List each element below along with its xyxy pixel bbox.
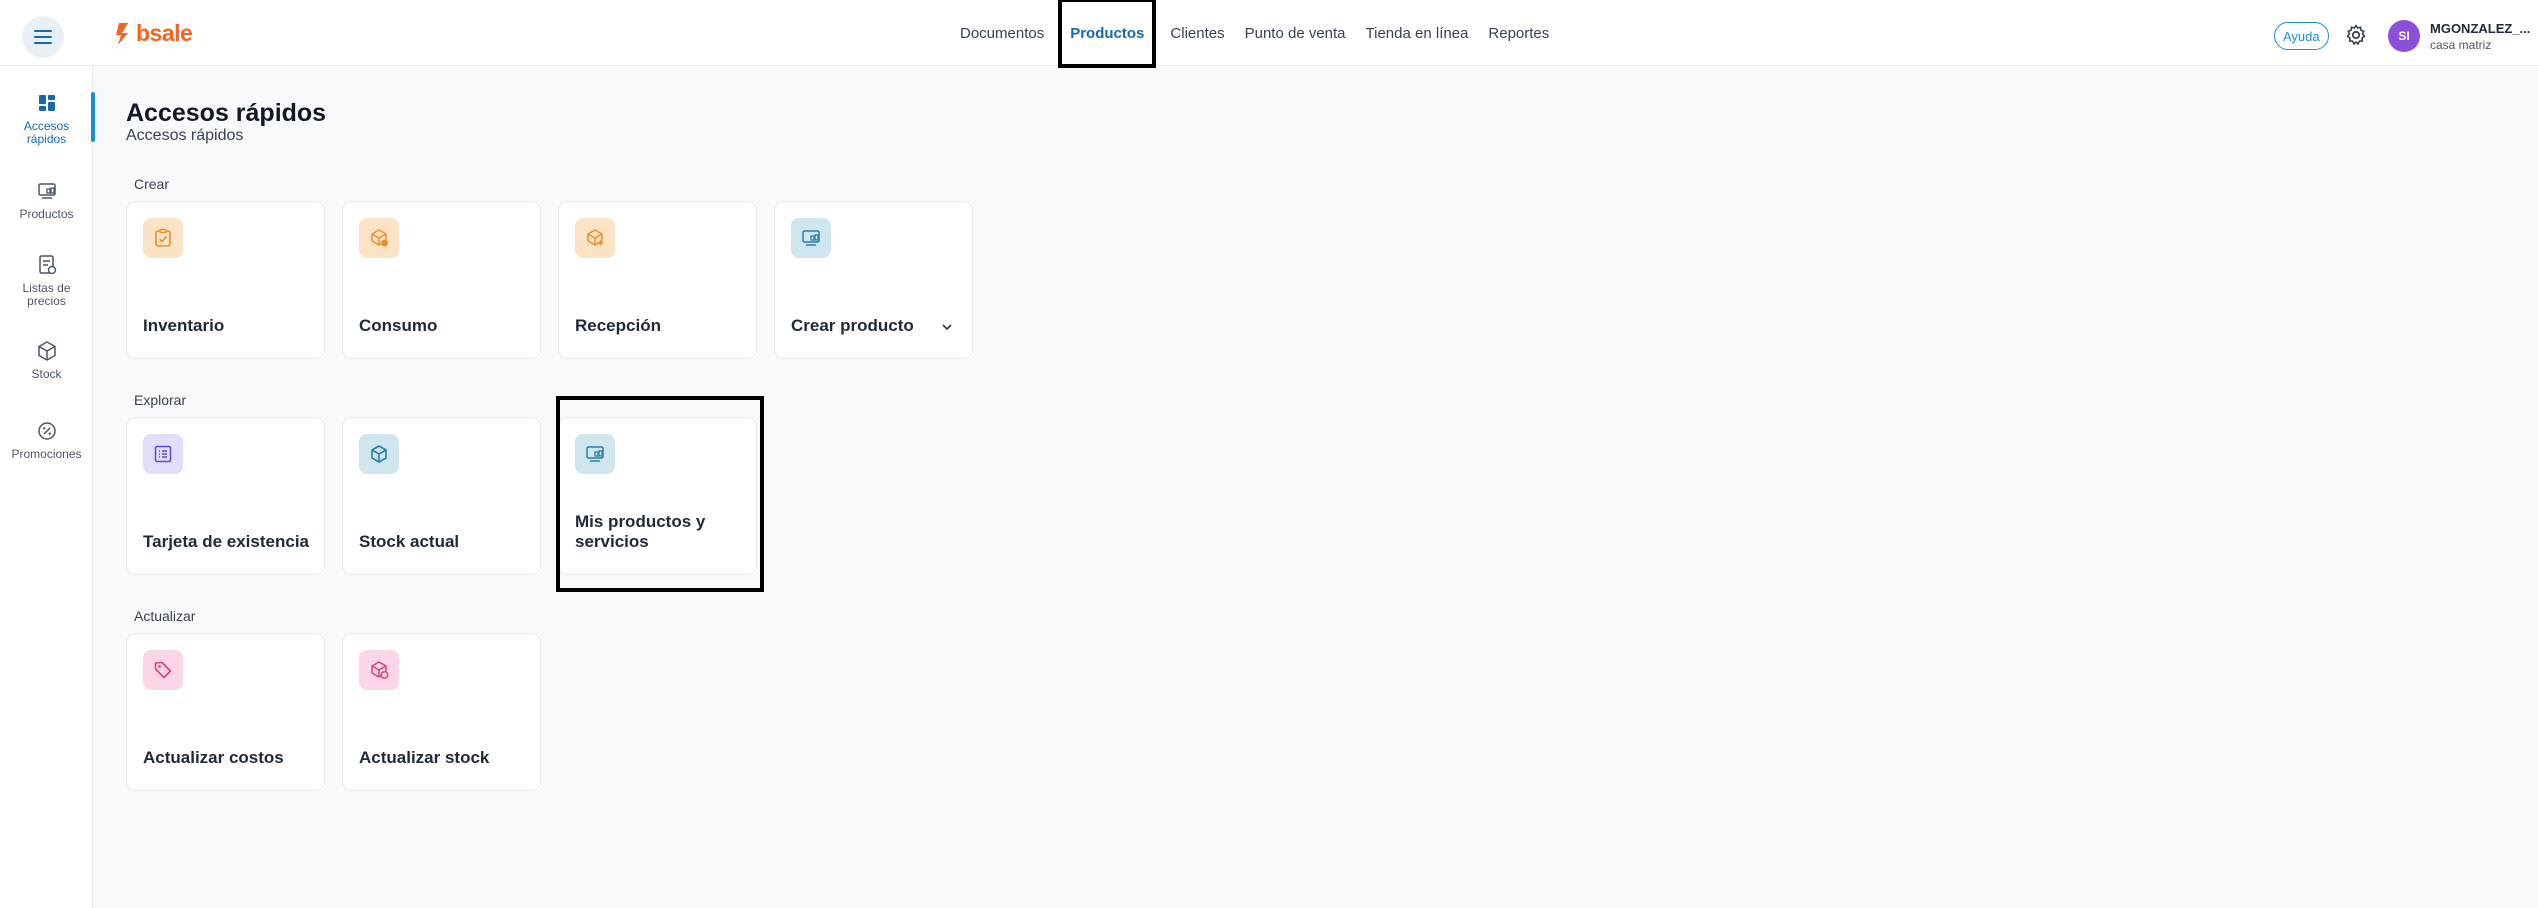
sidebar-item-productos[interactable]: Productos	[0, 180, 93, 221]
sidebar-item-stock[interactable]: Stock	[0, 340, 93, 381]
dashboard-icon	[38, 95, 55, 111]
box-alert-icon-wrap	[359, 218, 399, 258]
user-menu[interactable]: MGONZALEZ_... casa matriz	[2430, 21, 2530, 52]
nav-documentos[interactable]: Documentos	[950, 0, 1054, 66]
logo-text: bsale	[136, 20, 193, 46]
products-icon	[802, 230, 820, 246]
chevron-down-icon[interactable]	[940, 320, 954, 334]
user-name: MGONZALEZ_...	[2430, 21, 2531, 36]
card-title: Inventario	[143, 316, 225, 335]
sidebar-item-label: Productos	[19, 207, 74, 221]
price-list-icon	[38, 255, 56, 275]
list-card-icon-wrap	[143, 434, 183, 474]
sidebar-item-label: Promociones	[11, 447, 82, 461]
card-title: Consumo	[359, 316, 438, 335]
card-title: Actualizar stock	[359, 748, 490, 767]
main-content: Accesos rápidos Accesos rápidos Crear In…	[94, 67, 2538, 908]
card-title: Stock actual	[359, 532, 460, 551]
box-icon	[37, 341, 56, 361]
card-title: Recepción	[575, 316, 661, 335]
gear-icon[interactable]	[2344, 23, 2368, 47]
card-title: Actualizar costos	[143, 748, 284, 767]
card-actualizar-stock[interactable]: Actualizar stock	[342, 633, 541, 791]
box-add-icon	[587, 229, 603, 246]
products-icon-wrap	[791, 218, 831, 258]
promotion-icon	[37, 422, 56, 440]
products-icon	[37, 183, 56, 199]
sidebar-item-label: Stock	[31, 367, 62, 381]
clipboard-check-icon	[155, 228, 171, 247]
highlight-box	[556, 396, 764, 592]
tag-icon-wrap	[143, 650, 183, 690]
card-consumo[interactable]: Consumo	[342, 201, 541, 359]
sidebar: Accesos rápidos Productos Listas de prec…	[0, 66, 95, 908]
card-title: Crear producto	[791, 316, 914, 335]
card-tarjeta-de-existencia[interactable]: Tarjeta de existencia	[126, 417, 325, 575]
sidebar-item-label: Accesos rápidos	[23, 119, 70, 146]
section-label-explorar: Explorar	[134, 392, 187, 408]
card-stock-actual[interactable]: Stock actual	[342, 417, 541, 575]
section-label-actualizar: Actualizar	[134, 608, 196, 624]
nav-reportes[interactable]: Reportes	[1478, 0, 1559, 66]
breadcrumb: Accesos rápidos	[126, 127, 244, 144]
box-icon-wrap	[359, 434, 399, 474]
nav-clientes[interactable]: Clientes	[1160, 0, 1234, 66]
menu-icon	[34, 30, 52, 44]
top-bar: bsale Documentos Productos Clientes Punt…	[0, 0, 2538, 68]
bsale-logo[interactable]: bsale	[114, 20, 193, 47]
sidebar-item-promociones[interactable]: Promociones	[0, 420, 93, 461]
box-refresh-icon	[371, 661, 389, 679]
sidebar-item-listas-de-precios[interactable]: Listas de precios	[0, 254, 93, 308]
card-title: Tarjeta de existencia	[143, 532, 309, 551]
card-actualizar-costos[interactable]: Actualizar costos	[126, 633, 325, 791]
nav-punto-de-venta[interactable]: Punto de venta	[1235, 0, 1356, 66]
bsale-logo-icon	[116, 22, 128, 45]
tag-icon	[154, 661, 172, 679]
box-add-icon-wrap	[575, 218, 615, 258]
nav-tienda-en-linea[interactable]: Tienda en línea	[1356, 0, 1479, 66]
user-branch: casa matriz	[2430, 38, 2492, 52]
card-recepcion[interactable]: Recepción	[558, 201, 757, 359]
page-title: Accesos rápidos	[126, 99, 327, 127]
clipboard-check-icon-wrap	[143, 218, 183, 258]
card-crear-producto[interactable]: Crear producto	[774, 201, 973, 359]
main-nav: Documentos Productos Clientes Punto de v…	[950, 0, 1559, 68]
list-card-icon	[154, 445, 172, 463]
sidebar-item-label: Listas de precios	[22, 281, 71, 308]
card-inventario[interactable]: Inventario	[126, 201, 325, 359]
help-button[interactable]: Ayuda	[2274, 22, 2329, 50]
box-alert-icon	[371, 229, 388, 247]
sidebar-item-accesos-rapidos[interactable]: Accesos rápidos	[0, 92, 95, 146]
box-refresh-icon-wrap	[359, 650, 399, 690]
section-label-crear: Crear	[134, 176, 170, 192]
box-icon	[371, 445, 387, 463]
avatar[interactable]: SI	[2388, 20, 2420, 52]
nav-productos[interactable]: Productos	[1058, 0, 1157, 68]
hamburger-menu-button[interactable]	[22, 16, 64, 58]
